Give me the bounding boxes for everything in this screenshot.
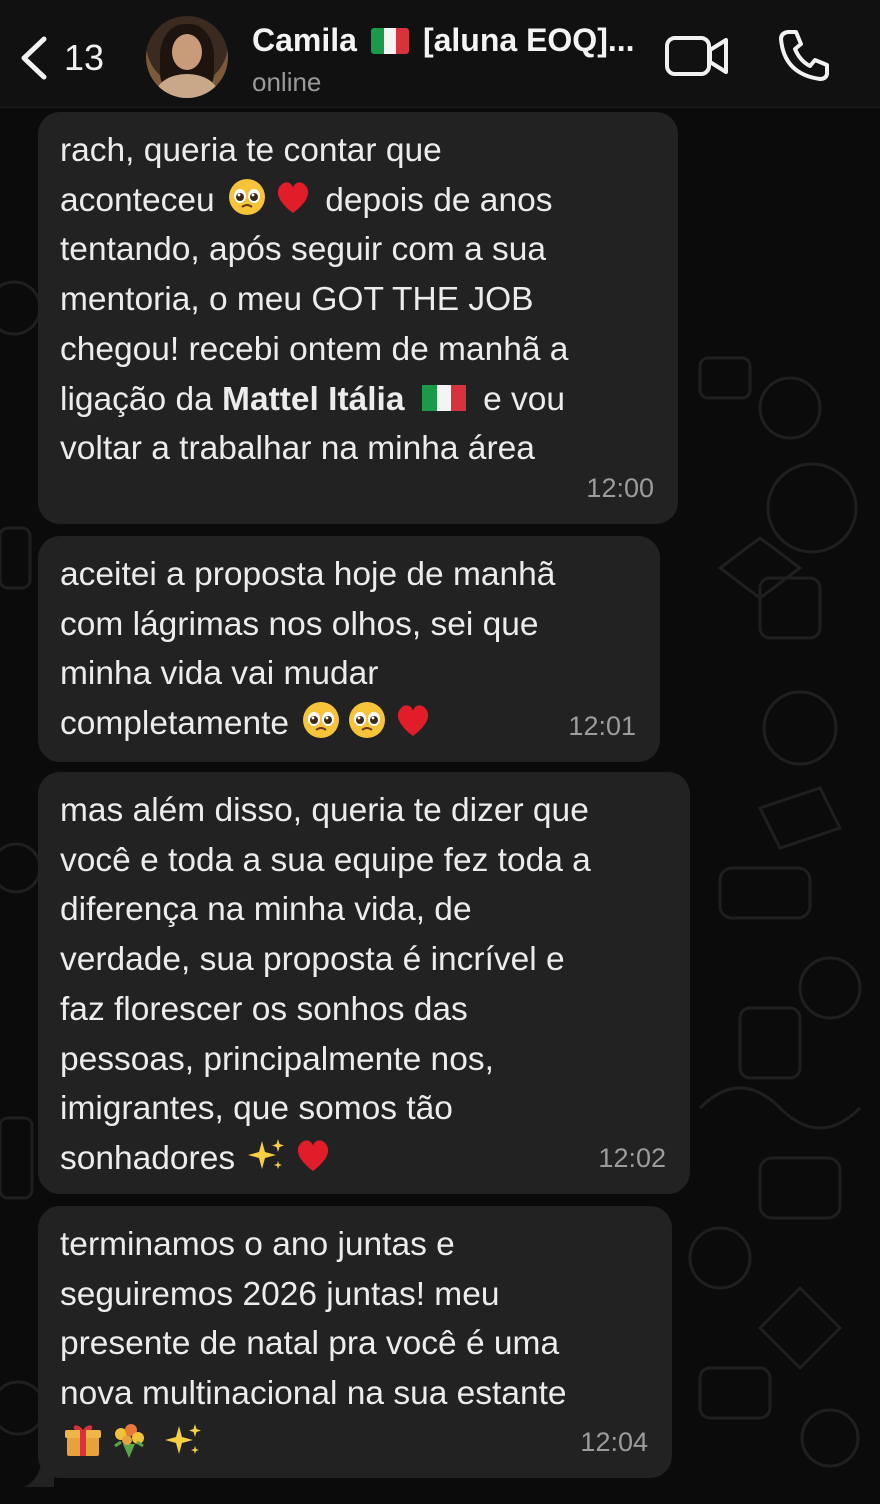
gift-emoji: [63, 1420, 103, 1460]
back-button[interactable]: 13: [14, 30, 114, 86]
message-text-line: minha vida vai mudar: [60, 655, 379, 693]
message-text-line: imigrantes, que somos tão: [60, 1090, 453, 1128]
video-call-button[interactable]: [664, 30, 730, 82]
chat-header: 13 Camila [aluna EOQ]... online: [0, 0, 880, 108]
sparkles-emoji: [247, 1135, 287, 1175]
red-heart-emoji: [273, 177, 313, 217]
message-text-line: pessoas, principalmente nos,: [60, 1040, 494, 1078]
voice-call-button[interactable]: [778, 28, 830, 82]
message-bubble[interactable]: rach, queria te contar que aconteceu depo…: [38, 112, 678, 524]
bouquet-emoji: [109, 1420, 149, 1460]
message-text-line: diferença na minha vida, de: [60, 891, 472, 929]
contact-name-row: Camila [aluna EOQ]...: [252, 22, 652, 59]
message-text-line: voltar a trabalhar na minha área: [60, 430, 535, 468]
contact-tag: [aluna EOQ]...: [422, 22, 635, 58]
unread-count: 13: [64, 37, 105, 78]
message-text-line: [60, 1419, 650, 1469]
message-timestamp: 12:01: [568, 711, 636, 742]
message-timestamp: 12:02: [598, 1143, 666, 1174]
red-heart-emoji: [293, 1135, 333, 1175]
italy-flag-icon: [370, 27, 409, 54]
sparkles-emoji: [164, 1420, 204, 1460]
message-timestamp: 12:00: [586, 473, 654, 504]
message-text-line: ligação da Mattel Itália e vou: [60, 375, 656, 425]
message-text-line: completamente: [60, 699, 638, 749]
bubble-tail: [24, 1452, 54, 1487]
message-text-line: aceitei a proposta hoje de manhã: [60, 556, 556, 593]
red-heart-emoji: [393, 700, 433, 740]
message-text-line: seguiremos 2026 juntas! meu: [60, 1275, 500, 1313]
message-text-line: sonhadores: [60, 1134, 668, 1184]
pleading-face-emoji: [227, 177, 267, 217]
message-text-line: verdade, sua proposta é incrível e: [60, 941, 565, 979]
contact-status: online: [252, 67, 322, 97]
message-text-line: você e toda a sua equipe fez toda a: [60, 841, 591, 879]
message-text-line: rach, queria te contar que: [60, 132, 442, 169]
message-timestamp: 12:04: [580, 1427, 648, 1458]
phone-icon: [779, 30, 829, 81]
bold-text: Mattel Itália: [222, 380, 405, 418]
message-text-line: terminamos o ano juntas e: [60, 1226, 455, 1263]
message-text-line: tentando, após seguir com a sua: [60, 231, 547, 269]
message-text-line: mentoria, o meu GOT THE JOB: [60, 281, 534, 319]
message-text-line: faz florescer os sonhos das: [60, 990, 468, 1028]
pleading-face-emoji: [347, 700, 387, 740]
contact-name: Camila: [252, 22, 357, 58]
contact-info[interactable]: Camila [aluna EOQ]... online: [252, 22, 652, 98]
pleading-face-emoji: [301, 700, 341, 740]
message-text-line: com lágrimas nos olhos, sei que: [60, 605, 539, 643]
avatar[interactable]: [146, 16, 228, 98]
italy-flag-icon: [421, 378, 466, 411]
message-bubble[interactable]: mas além disso, queria te dizer que você …: [38, 772, 690, 1194]
message-text-line: aconteceu depois de anos: [60, 176, 656, 226]
message-text-line: nova multinacional na sua estante: [60, 1375, 567, 1413]
message-text-line: mas além disso, queria te dizer que: [60, 792, 589, 829]
message-bubble[interactable]: terminamos o ano juntas e seguiremos 2026…: [24, 1206, 672, 1487]
message-text-line: chegou! recebi ontem de manhã a: [60, 330, 569, 368]
message-text-line: presente de natal pra você é uma: [60, 1325, 560, 1363]
chevron-left-icon: [21, 36, 47, 80]
video-call-icon: [665, 36, 728, 76]
message-bubble[interactable]: aceitei a proposta hoje de manhã com lágr…: [38, 536, 660, 762]
